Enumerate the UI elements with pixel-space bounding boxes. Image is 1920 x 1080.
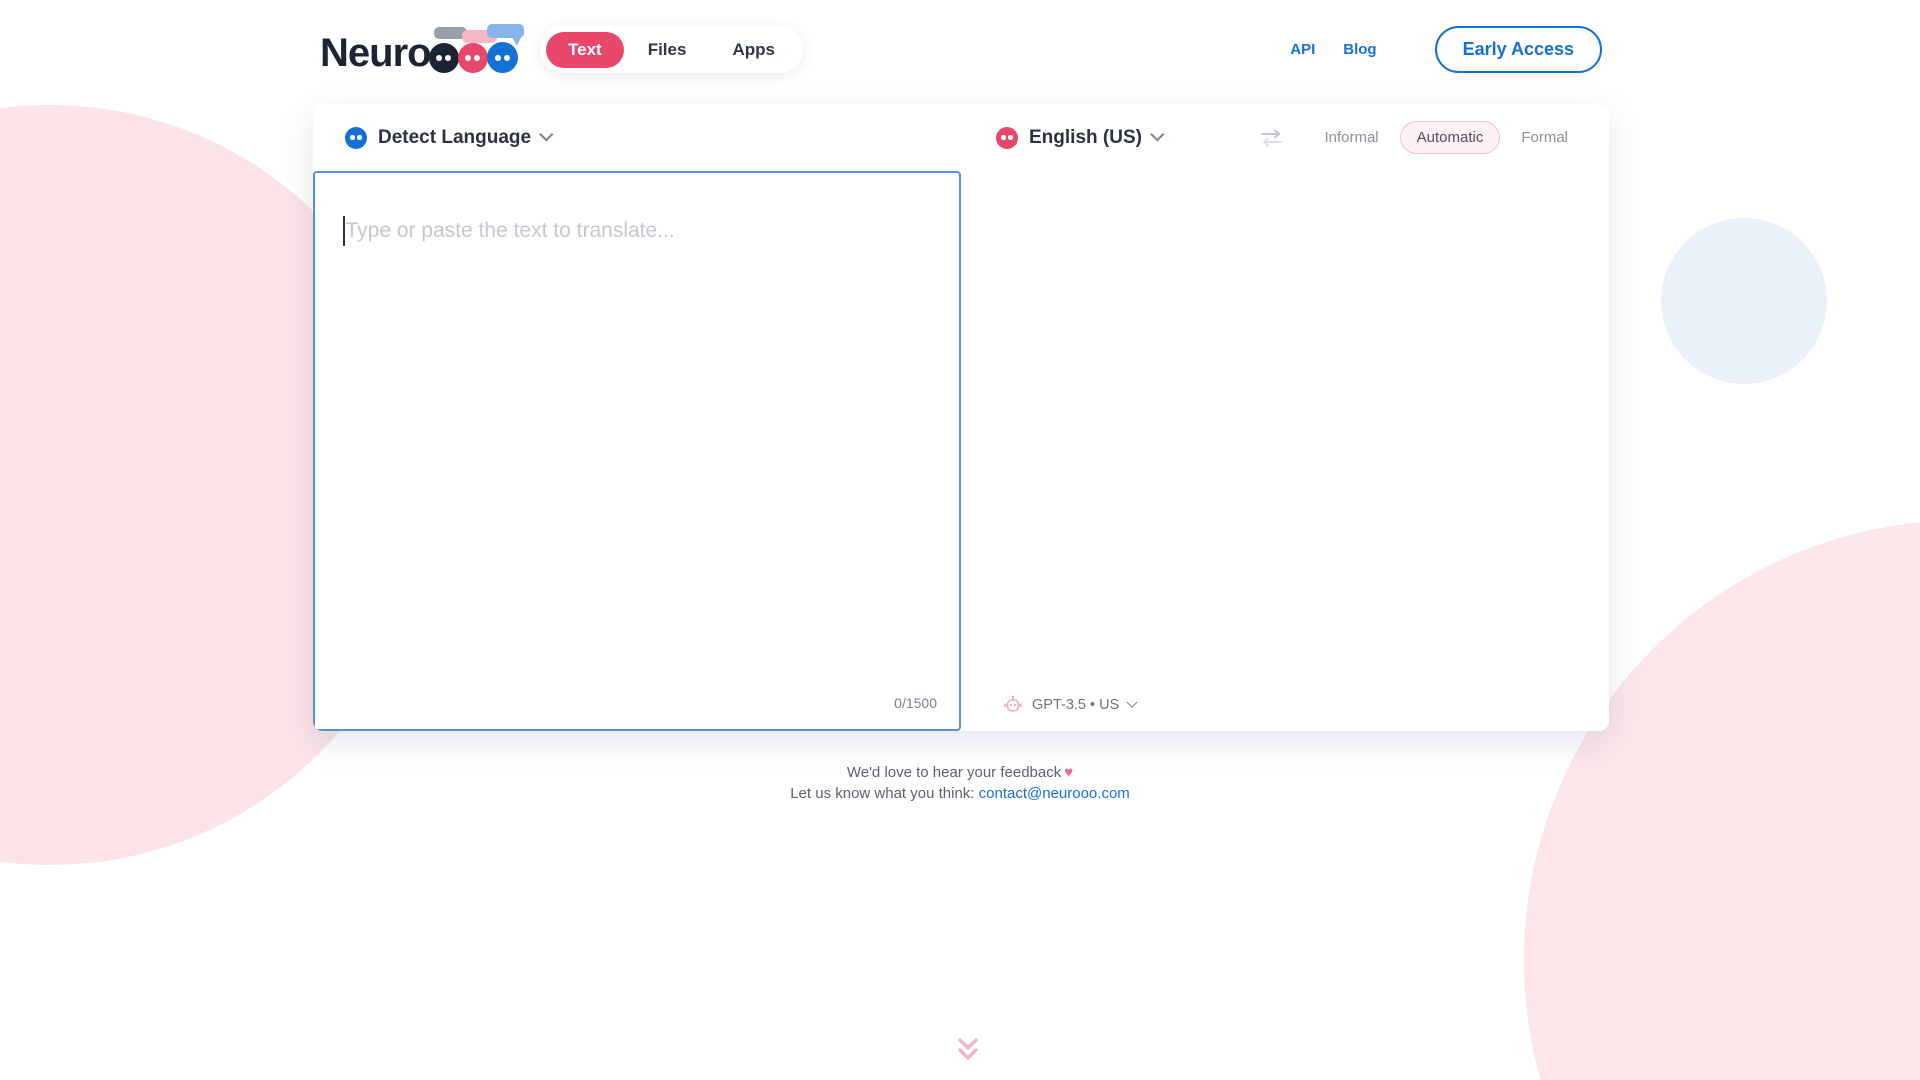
scroll-down-button[interactable] bbox=[948, 1032, 988, 1066]
formality-option-formal[interactable]: Formal bbox=[1504, 121, 1585, 154]
eye-left bbox=[1001, 135, 1006, 140]
source-language-selector[interactable]: Detect Language bbox=[345, 126, 554, 149]
feedback-line-2: Let us know what you think: contact@neur… bbox=[0, 783, 1920, 804]
double-chevron-down-icon bbox=[958, 1038, 978, 1060]
source-textarea[interactable]: Type or paste the text to translate... bbox=[343, 216, 675, 246]
logo-speech-bubble-blue-icon bbox=[486, 24, 524, 38]
header-nav-right: API Blog Early Access bbox=[1276, 26, 1602, 73]
logo-face-dark-icon bbox=[428, 43, 459, 73]
target-text-panel[interactable]: GPT-3.5 • US bbox=[961, 171, 1609, 731]
chevron-down-icon bbox=[1126, 696, 1138, 708]
swap-languages-button[interactable] bbox=[1259, 126, 1285, 150]
heart-icon: ♥ bbox=[1064, 764, 1074, 781]
logo-face-pink-icon bbox=[457, 43, 488, 73]
eye-right bbox=[503, 54, 510, 61]
feedback-line-1: We'd love to hear your feedback ♥ bbox=[0, 762, 1920, 783]
feedback-prompt: Let us know what you think: bbox=[790, 785, 979, 802]
target-language-label: English (US) bbox=[1029, 126, 1142, 148]
source-language-label: Detect Language bbox=[378, 126, 532, 148]
model-selector[interactable]: GPT-3.5 • US bbox=[1003, 695, 1138, 715]
eye-left bbox=[465, 55, 472, 61]
tab-apps[interactable]: Apps bbox=[710, 32, 797, 68]
logo[interactable]: Neuro bbox=[320, 20, 524, 76]
target-language-selector[interactable]: English (US) bbox=[996, 126, 1165, 149]
contact-email-link[interactable]: contact@neurooo.com bbox=[979, 785, 1130, 802]
eye-left bbox=[350, 135, 355, 140]
robot-face-blue-icon bbox=[345, 126, 367, 149]
feedback-section: We'd love to hear your feedback ♥ Let us … bbox=[0, 762, 1920, 804]
chevron-down-icon bbox=[539, 126, 554, 142]
formality-toggle-group: Informal Automatic Formal bbox=[1307, 121, 1585, 154]
text-cursor bbox=[343, 216, 345, 246]
translation-panes: Type or paste the text to translate... 0… bbox=[313, 171, 1609, 731]
eye-left bbox=[436, 55, 443, 61]
logo-wordmark: Neuro bbox=[320, 31, 432, 75]
nav-link-api[interactable]: API bbox=[1276, 41, 1329, 58]
character-counter: 0/1500 bbox=[894, 695, 937, 711]
source-text-panel[interactable]: Type or paste the text to translate... 0… bbox=[313, 171, 961, 731]
nav-link-blog[interactable]: Blog bbox=[1329, 41, 1390, 58]
eye-right bbox=[474, 55, 481, 61]
tab-text[interactable]: Text bbox=[546, 31, 624, 68]
primary-tabs: Text Files Apps bbox=[540, 26, 803, 73]
eye-right bbox=[357, 135, 362, 140]
translator-card: Detect Language English (US) Informal Au… bbox=[313, 104, 1609, 731]
logo-robot-faces bbox=[428, 24, 524, 76]
logo-face-blue-icon bbox=[486, 42, 518, 73]
logo-speech-bubble-tail-icon bbox=[511, 37, 521, 46]
swap-languages-icon bbox=[1261, 129, 1282, 147]
eye-left bbox=[494, 54, 501, 61]
eye-right bbox=[445, 55, 452, 61]
eye-right bbox=[1008, 135, 1013, 140]
robot-face-pink-icon bbox=[996, 126, 1018, 149]
formality-option-automatic[interactable]: Automatic bbox=[1399, 121, 1501, 154]
chevron-down-icon bbox=[1150, 126, 1165, 142]
early-access-button[interactable]: Early Access bbox=[1434, 26, 1602, 73]
feedback-text: We'd love to hear your feedback bbox=[846, 764, 1062, 781]
source-placeholder-text: Type or paste the text to translate... bbox=[345, 219, 675, 242]
language-bar: Detect Language English (US) Informal Au… bbox=[313, 104, 1609, 171]
model-label: GPT-3.5 • US bbox=[1032, 697, 1120, 713]
tab-files[interactable]: Files bbox=[626, 32, 709, 68]
page-root: Neuro Text Files Apps API Blog Early Acc… bbox=[0, 0, 1920, 1080]
site-header: Neuro Text Files Apps API Blog Early Acc… bbox=[0, 0, 1920, 98]
robot-head-pink-icon bbox=[1004, 695, 1022, 712]
formality-option-informal[interactable]: Informal bbox=[1307, 121, 1395, 154]
